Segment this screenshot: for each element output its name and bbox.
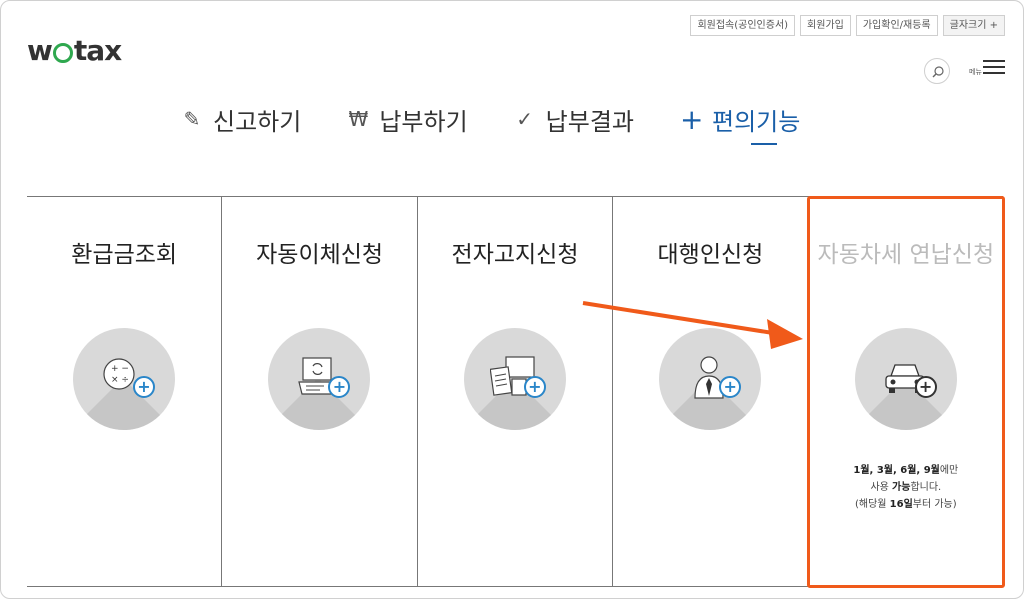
svg-text:+ −: + − — [111, 364, 129, 374]
main-nav: ✎ 신고하기 ₩ 납부하기 ✓ 납부결과 + 편의기능 — [181, 101, 846, 145]
service-icon-circle: + — [268, 328, 371, 430]
nav-report[interactable]: ✎ 신고하기 — [181, 101, 302, 137]
service-title: 전자고지신청 — [451, 242, 579, 268]
nav-pay[interactable]: ₩ 납부하기 — [347, 101, 467, 137]
plus-icon: + — [679, 102, 704, 136]
add-icon: + — [328, 376, 351, 398]
login-cert-button[interactable]: 회원접속(공인인증서) — [690, 15, 796, 36]
service-auto-transfer[interactable]: 자동이체신청 + — [222, 197, 418, 586]
page-frame: w tax 회원접속(공인인증서) 회원가입 가입확인/재등록 글자크기 + 메뉴… — [0, 0, 1024, 599]
arrow-annotation-icon — [582, 301, 803, 349]
utility-links: 회원접속(공인인증서) 회원가입 가입확인/재등록 글자크기 + — [690, 15, 1005, 36]
add-icon: + — [523, 376, 546, 398]
add-icon: + — [133, 376, 155, 398]
svg-text:× ÷: × ÷ — [111, 375, 129, 385]
check-icon: ✓ — [516, 107, 534, 131]
service-title: 환급금조회 — [71, 242, 178, 268]
highlight-box — [807, 196, 1005, 588]
wetax-logo[interactable]: w tax — [27, 34, 122, 67]
nav-result[interactable]: ✓ 납부결과 — [514, 101, 634, 137]
service-icon-circle: + − × ÷ + — [73, 328, 175, 430]
service-refund-inquiry[interactable]: 환급금조회 + − × ÷ + — [27, 197, 223, 586]
menu-label: 메뉴 — [969, 68, 982, 76]
service-agent-request[interactable]: 대행인신청 + — [613, 197, 809, 586]
hamburger-icon — [983, 60, 1005, 78]
search-button[interactable] — [924, 58, 950, 84]
pencil-icon: ✎ — [183, 107, 201, 131]
nav-convenience-label: 편의기능 — [711, 107, 801, 136]
nav-pay-label: 납부하기 — [379, 107, 468, 136]
won-icon: ₩ — [348, 107, 369, 131]
logo-suffix: tax — [73, 34, 122, 67]
search-icon — [932, 66, 944, 78]
nav-report-label: 신고하기 — [213, 107, 302, 136]
service-e-notice[interactable]: 전자고지신청 + — [418, 197, 614, 586]
signup-button[interactable]: 회원가입 — [800, 15, 851, 36]
logo-prefix: w — [27, 34, 53, 67]
signup-confirm-button[interactable]: 가입확인/재등록 — [855, 15, 938, 36]
logo-e-icon — [52, 42, 73, 63]
add-icon: + — [719, 376, 742, 398]
nav-convenience[interactable]: + 편의기능 — [679, 101, 801, 145]
service-title: 대행인신청 — [657, 242, 764, 268]
nav-result-label: 납부결과 — [545, 107, 634, 136]
service-icon-circle: + — [463, 328, 566, 430]
menu-button[interactable]: 메뉴 — [969, 58, 1009, 82]
font-size-button[interactable]: 글자크기 + — [942, 15, 1005, 36]
service-title: 자동이체신청 — [256, 242, 384, 268]
